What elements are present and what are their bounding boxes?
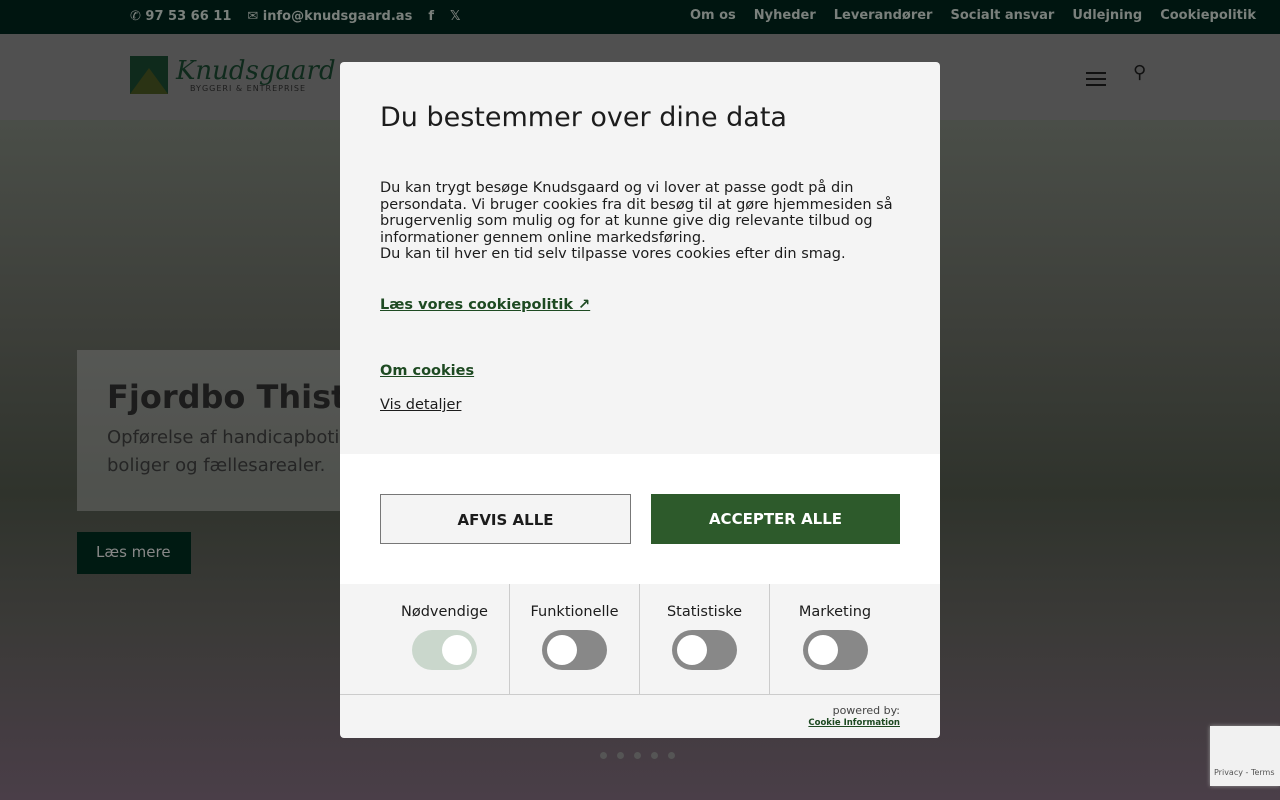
marketing-toggle[interactable]: [802, 630, 868, 670]
phone-number: 97 53 66 11: [145, 9, 232, 24]
slide-caption: Fjordbo Thisted Opførelse af handicapbot…: [77, 350, 377, 511]
nav-udlejning[interactable]: Udlejning: [1072, 8, 1142, 23]
functional-toggle[interactable]: [542, 630, 607, 670]
search-icon[interactable]: ⚲: [1133, 62, 1146, 83]
facebook-icon[interactable]: f: [428, 9, 434, 24]
statistics-toggle[interactable]: [672, 630, 737, 670]
category-marketing: Marketing: [770, 584, 900, 694]
body-text: Du kan trygt besøge Knudsgaard og vi lov…: [380, 180, 893, 246]
nav-socialt-ansvar[interactable]: Socialt ansvar: [950, 8, 1054, 23]
nav-nyheder[interactable]: Nyheder: [754, 8, 816, 23]
logo-name: Knudsgaard: [176, 55, 336, 86]
dialog-footer: powered by: Cookie Information: [340, 694, 940, 738]
slider-dots: [600, 752, 675, 759]
category-label: Marketing: [798, 604, 872, 620]
category-label: Nødvendige: [401, 604, 488, 620]
x-icon[interactable]: 𝕏: [450, 9, 460, 24]
powered-by-label: powered by:: [832, 704, 900, 717]
slider-dot[interactable]: [651, 752, 658, 759]
recaptcha-badge[interactable]: Privacy - Terms: [1210, 726, 1280, 786]
dialog-body: Du kan trygt besøge Knudsgaard og vi lov…: [380, 180, 905, 263]
cookie-information-link[interactable]: Cookie Information: [380, 717, 900, 729]
external-link-icon: ↗: [578, 297, 591, 313]
read-more-button[interactable]: Læs mere: [77, 532, 191, 574]
category-label: Funktionelle: [530, 604, 619, 620]
category-statistics: Statistiske: [640, 584, 770, 694]
slider-dot[interactable]: [668, 752, 675, 759]
email-address: info@knudsgaard.as: [262, 9, 413, 24]
slider-dot[interactable]: [617, 752, 624, 759]
email-link[interactable]: ✉ info@knudsgaard.as: [247, 9, 412, 24]
top-bar: ✆ 97 53 66 11 ✉ info@knudsgaard.as f 𝕏 O…: [0, 0, 1280, 34]
slider-dot[interactable]: [634, 752, 641, 759]
hamburger-menu-icon[interactable]: [1086, 72, 1106, 90]
slide-title: Fjordbo Thisted: [107, 378, 377, 416]
cookie-categories: Nødvendige Funktionelle Statistiske Mark…: [380, 584, 940, 694]
recaptcha-links[interactable]: Privacy - Terms: [1214, 768, 1275, 777]
nav-cookiepolitik[interactable]: Cookiepolitik: [1160, 8, 1256, 23]
reject-all-button[interactable]: AFVIS ALLE: [380, 494, 631, 544]
accept-all-button[interactable]: ACCEPTER ALLE: [651, 494, 900, 544]
button-area: AFVIS ALLE ACCEPTER ALLE: [340, 454, 940, 584]
nav-om-os[interactable]: Om os: [690, 8, 736, 23]
cookie-consent-dialog: Du bestemmer over dine data Du kan trygt…: [340, 62, 940, 738]
logo[interactable]: Knudsgaard BYGGERI & ENTREPRISE: [130, 56, 336, 94]
body-text-2: Du kan til hver en tid selv tilpasse vor…: [380, 246, 846, 262]
cookie-policy-label: Læs vores cookiepolitik: [380, 297, 573, 313]
category-necessary: Nødvendige: [380, 584, 510, 694]
slide-text-line2: boliger og fællesarealer.: [107, 455, 326, 476]
category-functional: Funktionelle: [510, 584, 640, 694]
dialog-title: Du bestemmer over dine data: [380, 102, 787, 133]
cookie-policy-link[interactable]: Læs vores cookiepolitik ↗: [380, 297, 590, 313]
slide-text-line1: Opførelse af handicapbotilbud: [107, 427, 377, 448]
about-cookies-link[interactable]: Om cookies: [380, 363, 474, 379]
necessary-toggle: [412, 630, 477, 670]
nav-leverandorer[interactable]: Leverandører: [834, 8, 933, 23]
show-details-link[interactable]: Vis detaljer: [380, 397, 461, 413]
category-label: Statistiske: [666, 604, 743, 620]
phone-link[interactable]: ✆ 97 53 66 11: [130, 9, 231, 24]
slider-dot[interactable]: [600, 752, 607, 759]
logo-mark: [130, 56, 168, 94]
